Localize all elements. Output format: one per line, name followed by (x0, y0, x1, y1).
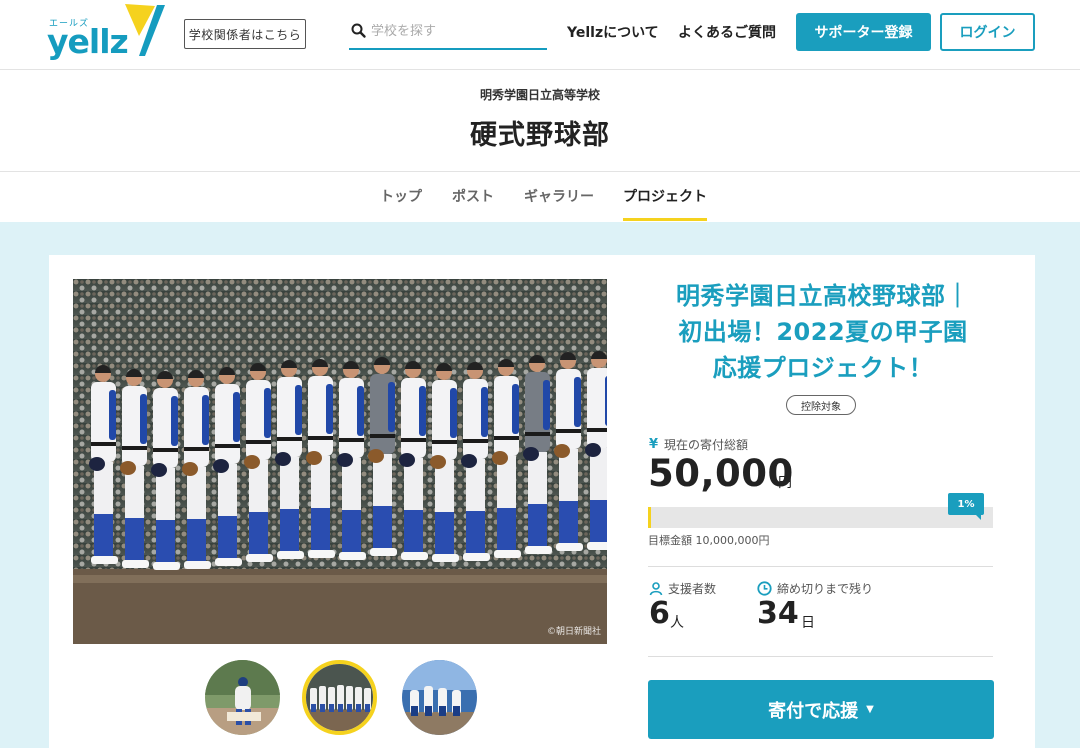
site-header: エールズ yellz 学校関係者はこちら Yellzについて よくあるご質問 サ… (0, 0, 1080, 70)
stats-divider-top (648, 566, 993, 567)
raised-amount: 50,000 (648, 452, 794, 495)
thumbnail-team-line-image (306, 664, 373, 731)
club-tabs: トップ ポスト ギャラリー プロジェクト (0, 172, 1080, 222)
donate-button[interactable]: 寄付で応援 ▼ (648, 680, 994, 739)
nav-about-yellz[interactable]: Yellzについて (567, 22, 659, 42)
project-title-line-2: 初出場！2022夏の甲子園 (678, 318, 968, 346)
tab-post[interactable]: ポスト (452, 186, 494, 218)
deadline-label-row: 締め切りまで残り (757, 580, 873, 597)
days-remaining: 34 (757, 596, 799, 631)
thumbnail-celebration-image (402, 660, 477, 735)
thumbnail-pitcher-image (205, 660, 280, 735)
days-remaining-unit: 日 (801, 615, 815, 631)
thumbnail-3[interactable] (402, 660, 477, 735)
photo-thumbnails (205, 660, 480, 738)
funding-progress-bar (648, 507, 993, 528)
project-title-line-1: 明秀学園日立高校野球部｜ (676, 282, 970, 310)
donate-button-label: 寄付で応援 (768, 700, 859, 722)
funding-percent-badge-tail (975, 514, 981, 520)
login-button[interactable]: ログイン (940, 13, 1035, 51)
thumbnail-2[interactable] (302, 660, 377, 735)
person-icon (649, 581, 663, 595)
amount-label-row: ¥ 現在の寄付総額 (649, 436, 748, 453)
search-icon[interactable] (350, 22, 368, 40)
funding-percent-badge: 1% (948, 493, 984, 515)
raised-amount-unit: 円 (778, 475, 792, 491)
supporters-unit: 人 (670, 615, 684, 631)
school-name[interactable]: 明秀学園日立高等学校 (0, 86, 1080, 103)
project-main-photo[interactable]: ©朝日新聞社 (73, 279, 607, 644)
chevron-down-icon: ▼ (866, 704, 874, 715)
supporters-count: 6 (649, 596, 670, 631)
school-header: 明秀学園日立高等学校 硬式野球部 (0, 71, 1080, 172)
tab-project[interactable]: プロジェクト (623, 186, 707, 221)
tax-deduction-badge: 控除対象 (786, 395, 856, 415)
players-row-graphic (89, 351, 607, 570)
amount-label: 現在の寄付総額 (664, 438, 749, 452)
deadline-label: 締め切りまで残り (777, 582, 874, 596)
stats-divider-bottom (648, 656, 993, 657)
school-search (349, 14, 547, 50)
supporters-label-row: 支援者数 (649, 580, 716, 597)
logo-megaphone-icon (125, 4, 165, 56)
photo-credit: ©朝日新聞社 (546, 627, 601, 637)
funding-progress-fill (648, 507, 651, 528)
nav-faq[interactable]: よくあるご質問 (678, 22, 776, 42)
search-input[interactable] (371, 23, 541, 39)
tab-top[interactable]: トップ (380, 186, 422, 218)
yen-icon: ¥ (649, 437, 659, 452)
tab-gallery[interactable]: ギャラリー (524, 186, 594, 218)
yellz-logo[interactable]: エールズ yellz (47, 2, 172, 62)
goal-amount: 目標金額 10,000,000円 (648, 534, 770, 547)
supporter-register-button[interactable]: サポーター登録 (796, 13, 931, 51)
clock-icon (757, 581, 772, 596)
project-title-line-3: 応援プロジェクト！ (712, 354, 934, 382)
club-name: 硬式野球部 (470, 120, 610, 151)
thumbnail-1[interactable] (205, 660, 280, 735)
supporters-label: 支援者数 (668, 582, 717, 596)
baseball-team-photo (73, 279, 607, 644)
project-title: 明秀学園日立高校野球部｜ 初出場！2022夏の甲子園 応援プロジェクト！ (633, 278, 1013, 386)
school-staff-button[interactable]: 学校関係者はこちら (184, 19, 306, 49)
